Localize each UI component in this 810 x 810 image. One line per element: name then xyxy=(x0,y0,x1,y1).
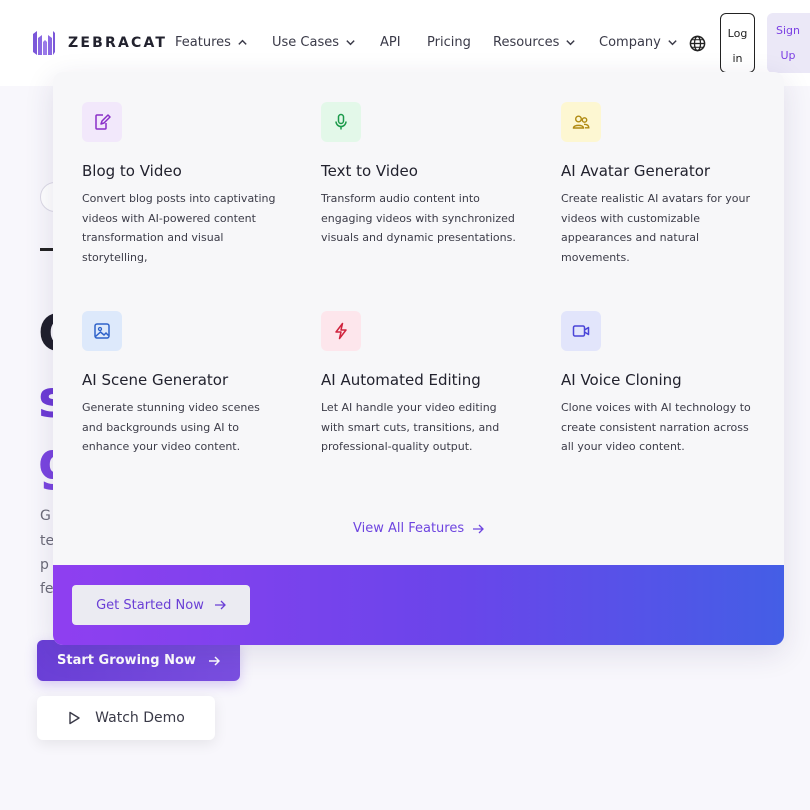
watch-demo-button[interactable]: Watch Demo xyxy=(37,696,215,740)
hero-heading-fragment xyxy=(40,248,54,251)
zebracat-logo-icon[interactable] xyxy=(33,30,55,56)
get-started-label: Get Started Now xyxy=(96,597,204,613)
feature-description: Let AI handle your video editing with sm… xyxy=(321,401,500,453)
hero-text-fragment: fe xyxy=(40,581,54,597)
brand-name[interactable]: ZEBRACAT xyxy=(68,35,167,51)
image-icon xyxy=(82,311,122,351)
nav-pricing[interactable]: Pricing xyxy=(427,35,471,50)
nav-use-cases[interactable]: Use Cases xyxy=(272,35,356,50)
arrow-right-icon xyxy=(214,600,226,610)
dropdown-footer-band: Get Started Now xyxy=(53,565,784,645)
chevron-up-icon xyxy=(238,39,247,45)
arrow-right-icon xyxy=(473,524,485,533)
feature-description: Create realistic AI avatars for your vid… xyxy=(561,192,751,264)
nav-features[interactable]: Features xyxy=(175,35,248,50)
feature-title: Text to Video xyxy=(321,162,418,180)
hero-text-fragment: p xyxy=(40,557,49,573)
feature-description: Generate stunning video scenes and backg… xyxy=(82,401,260,453)
features-dropdown: Blog to Video Convert blog posts into ca… xyxy=(53,72,784,645)
globe-icon[interactable] xyxy=(689,35,706,52)
signup-button[interactable]: Sign Up xyxy=(767,13,810,73)
feature-title: Blog to Video xyxy=(82,162,182,180)
chevron-down-icon xyxy=(346,40,355,46)
hero-text-fragment: te xyxy=(40,533,55,549)
feature-ai-avatar-generator[interactable]: AI Avatar Generator Create realistic AI … xyxy=(561,102,761,267)
nav-api[interactable]: API xyxy=(380,35,401,50)
nav-company[interactable]: Company xyxy=(599,35,678,50)
feature-description: Transform audio content into engaging vi… xyxy=(321,192,516,244)
users-icon xyxy=(561,102,601,142)
nav-api-label: API xyxy=(380,35,401,50)
nav-pricing-label: Pricing xyxy=(427,35,471,50)
nav-company-label: Company xyxy=(599,35,661,50)
login-button[interactable]: Log in xyxy=(720,13,755,73)
view-all-features-label: View All Features xyxy=(353,521,465,536)
play-icon xyxy=(69,711,80,725)
get-started-button[interactable]: Get Started Now xyxy=(72,585,250,625)
feature-title: AI Automated Editing xyxy=(321,371,481,389)
view-all-features-link[interactable]: View All Features xyxy=(353,521,485,536)
feature-title: AI Scene Generator xyxy=(82,371,229,389)
edit-document-icon xyxy=(82,102,122,142)
start-growing-button[interactable]: Start Growing Now xyxy=(37,640,240,681)
nav-resources-label: Resources xyxy=(493,35,560,50)
feature-ai-voice-cloning[interactable]: AI Voice Cloning Clone voices with AI te… xyxy=(561,311,761,457)
watch-demo-label: Watch Demo xyxy=(95,710,185,726)
arrow-right-icon xyxy=(208,655,220,666)
feature-ai-scene-generator[interactable]: AI Scene Generator Generate stunning vid… xyxy=(82,311,282,457)
lightning-icon xyxy=(321,311,361,351)
feature-text-to-video[interactable]: Text to Video Transform audio content in… xyxy=(321,102,521,248)
feature-title: AI Avatar Generator xyxy=(561,162,711,180)
feature-blog-to-video[interactable]: Blog to Video Convert blog posts into ca… xyxy=(82,102,282,267)
feature-description: Clone voices with AI technology to creat… xyxy=(561,401,751,453)
feature-ai-automated-editing[interactable]: AI Automated Editing Let AI handle your … xyxy=(321,311,521,457)
start-growing-label: Start Growing Now xyxy=(57,653,196,668)
feature-title: AI Voice Cloning xyxy=(561,371,682,389)
nav-features-label: Features xyxy=(175,35,231,50)
hero-text-fragment: G xyxy=(40,508,51,524)
chevron-down-icon xyxy=(668,40,677,46)
video-camera-icon xyxy=(561,311,601,351)
feature-description: Convert blog posts into captivating vide… xyxy=(82,192,276,264)
nav-resources[interactable]: Resources xyxy=(493,35,576,50)
microphone-icon xyxy=(321,102,361,142)
nav-use-cases-label: Use Cases xyxy=(272,35,340,50)
chevron-down-icon xyxy=(566,40,576,46)
